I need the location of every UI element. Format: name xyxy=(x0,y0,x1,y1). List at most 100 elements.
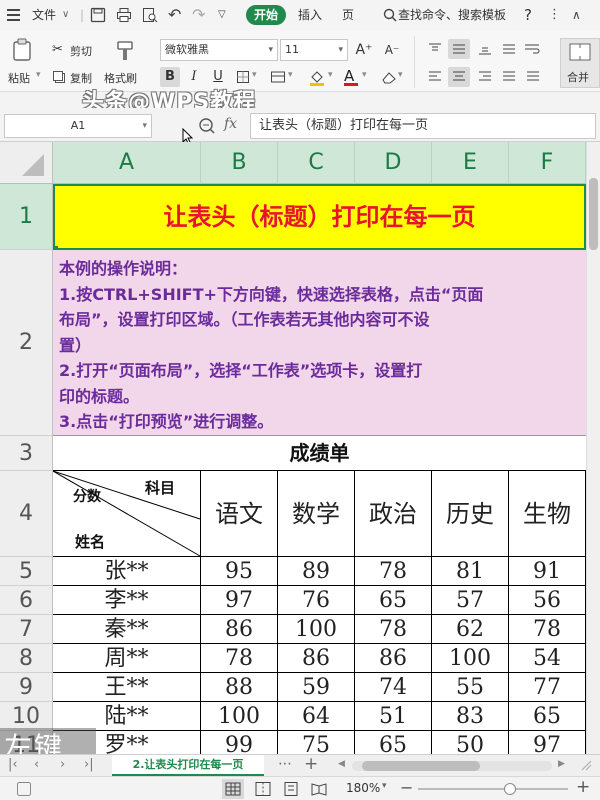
chevron-down-icon[interactable]: ▾ xyxy=(362,70,367,80)
score-cell[interactable]: 55 xyxy=(432,673,509,702)
search-icon[interactable] xyxy=(382,7,398,23)
score-cell[interactable]: 65 xyxy=(355,731,432,754)
column-header-f[interactable]: F xyxy=(509,142,586,184)
print-preview-icon[interactable] xyxy=(142,7,158,23)
corner-header-cell[interactable]: 科目 分数 姓名 xyxy=(53,471,201,557)
score-cell[interactable]: 64 xyxy=(278,702,355,731)
wrap-text-icon[interactable] xyxy=(524,42,540,59)
zoom-slider-handle[interactable] xyxy=(504,783,516,795)
row-header-3[interactable]: 3 xyxy=(0,436,53,471)
next-sheet-icon[interactable]: › xyxy=(60,757,65,772)
subject-header[interactable]: 政治 xyxy=(355,471,432,557)
score-cell[interactable]: 74 xyxy=(355,673,432,702)
scrollbar-thumb[interactable] xyxy=(589,178,598,250)
score-cell[interactable]: 54 xyxy=(509,644,586,673)
print-icon[interactable] xyxy=(116,7,132,23)
score-cell[interactable]: 76 xyxy=(278,586,355,615)
score-cell[interactable]: 51 xyxy=(355,702,432,731)
row-header-10[interactable]: 10 xyxy=(0,702,53,731)
score-cell[interactable]: 100 xyxy=(432,644,509,673)
instructions-cell[interactable]: 本例的操作说明： 1.按CTRL+SHIFT+下方向键，快速选择表格，点击“页面… xyxy=(53,250,586,436)
more-icon[interactable]: ⋮ xyxy=(548,8,564,24)
score-cell[interactable]: 57 xyxy=(432,586,509,615)
score-cell[interactable]: 78 xyxy=(509,615,586,644)
page-layout-view-icon[interactable] xyxy=(282,781,300,800)
score-cell[interactable]: 100 xyxy=(201,702,278,731)
vertical-scrollbar[interactable] xyxy=(586,142,600,754)
align-top-icon[interactable] xyxy=(428,42,442,59)
score-cell[interactable]: 86 xyxy=(201,615,278,644)
menu-file[interactable]: 文件 xyxy=(32,0,56,30)
help-button[interactable]: ? xyxy=(524,0,532,30)
zoom-out-icon[interactable]: − xyxy=(400,778,413,797)
undo-icon[interactable]: ↶ xyxy=(168,7,184,23)
score-cell[interactable]: 59 xyxy=(278,673,355,702)
score-cell[interactable]: 89 xyxy=(278,557,355,586)
cut-icon[interactable]: ✂ xyxy=(52,42,63,57)
select-all-button[interactable] xyxy=(0,142,53,184)
row-header-8[interactable]: 8 xyxy=(0,644,53,673)
score-cell[interactable]: 86 xyxy=(355,644,432,673)
save-icon[interactable] xyxy=(90,7,106,23)
student-name[interactable]: 张** xyxy=(53,557,201,586)
justify-icon[interactable] xyxy=(502,70,516,87)
last-sheet-icon[interactable]: ›| xyxy=(84,757,94,772)
score-cell[interactable]: 81 xyxy=(432,557,509,586)
clear-format-icon[interactable] xyxy=(380,70,398,87)
font-size-select[interactable]: 11 ▾ xyxy=(280,39,348,61)
spreadsheet-grid[interactable]: A B C D E F 1 2 3 4 5 6 7 8 9 10 11 让表头（… xyxy=(0,142,600,754)
row-header-6[interactable]: 6 xyxy=(0,586,53,615)
zoom-slider[interactable] xyxy=(418,783,568,795)
align-left-icon[interactable] xyxy=(428,70,442,87)
subject-header[interactable]: 语文 xyxy=(201,471,278,557)
score-cell[interactable]: 78 xyxy=(355,557,432,586)
score-cell[interactable]: 65 xyxy=(355,586,432,615)
scrollbar-thumb[interactable] xyxy=(362,761,480,771)
row-header-4[interactable]: 4 xyxy=(0,471,53,557)
collapse-ribbon-icon[interactable]: ∧ xyxy=(572,7,588,23)
prev-sheet-icon[interactable]: ‹ xyxy=(34,757,39,772)
subject-header[interactable]: 生物 xyxy=(509,471,586,557)
quick-access-dropdown-icon[interactable]: ▽ xyxy=(218,7,234,23)
score-cell[interactable]: 88 xyxy=(201,673,278,702)
score-cell[interactable]: 100 xyxy=(278,615,355,644)
chevron-down-icon[interactable]: ▾ xyxy=(382,781,387,791)
column-header-c[interactable]: C xyxy=(278,142,355,184)
score-cell[interactable]: 75 xyxy=(278,731,355,754)
tab-start[interactable]: 开始 xyxy=(246,5,287,25)
score-cell[interactable]: 78 xyxy=(201,644,278,673)
layout-toggle-icon[interactable] xyxy=(16,781,32,797)
paste-dropdown-icon[interactable]: ▾ xyxy=(36,70,41,80)
font-name-select[interactable]: 微软雅黑 ▾ xyxy=(160,39,278,61)
zoom-level[interactable]: 180% xyxy=(346,781,380,795)
row-header-9[interactable]: 9 xyxy=(0,673,53,702)
redo-icon[interactable]: ↷ xyxy=(192,7,208,23)
zoom-formula-icon[interactable] xyxy=(198,117,216,138)
scroll-left-icon[interactable]: ◀ xyxy=(338,759,345,769)
score-cell[interactable]: 50 xyxy=(432,731,509,754)
chevron-down-icon[interactable]: ▾ xyxy=(328,70,333,80)
align-bottom-icon[interactable] xyxy=(478,42,492,59)
formula-input[interactable]: 让表头（标题）打印在每一页 xyxy=(250,113,596,139)
score-cell[interactable]: 77 xyxy=(509,673,586,702)
scroll-right-icon[interactable]: ▶ xyxy=(558,759,565,769)
increase-font-icon[interactable]: A⁺ xyxy=(354,40,374,60)
command-search[interactable]: 查找命令、搜索模板 xyxy=(398,0,506,30)
page-break-view-icon[interactable] xyxy=(254,781,272,800)
chevron-down-icon[interactable]: ∨ xyxy=(62,0,69,30)
cut-button[interactable]: 剪切 xyxy=(70,43,92,59)
score-cell[interactable]: 97 xyxy=(201,586,278,615)
tab-insert[interactable]: 插入 xyxy=(298,0,322,30)
score-cell[interactable]: 78 xyxy=(355,615,432,644)
horizontal-scrollbar[interactable] xyxy=(352,761,552,771)
subject-header[interactable]: 数学 xyxy=(278,471,355,557)
column-header-a[interactable]: A xyxy=(53,142,201,184)
row-header-2[interactable]: 2 xyxy=(0,250,53,436)
chevron-down-icon[interactable]: ▾ xyxy=(252,70,257,80)
align-center-icon[interactable] xyxy=(448,67,470,87)
align-middle-icon[interactable] xyxy=(448,39,470,59)
score-cell[interactable]: 83 xyxy=(432,702,509,731)
column-header-d[interactable]: D xyxy=(355,142,432,184)
format-painter-icon[interactable] xyxy=(115,40,135,65)
fx-icon[interactable]: fx xyxy=(224,116,237,132)
